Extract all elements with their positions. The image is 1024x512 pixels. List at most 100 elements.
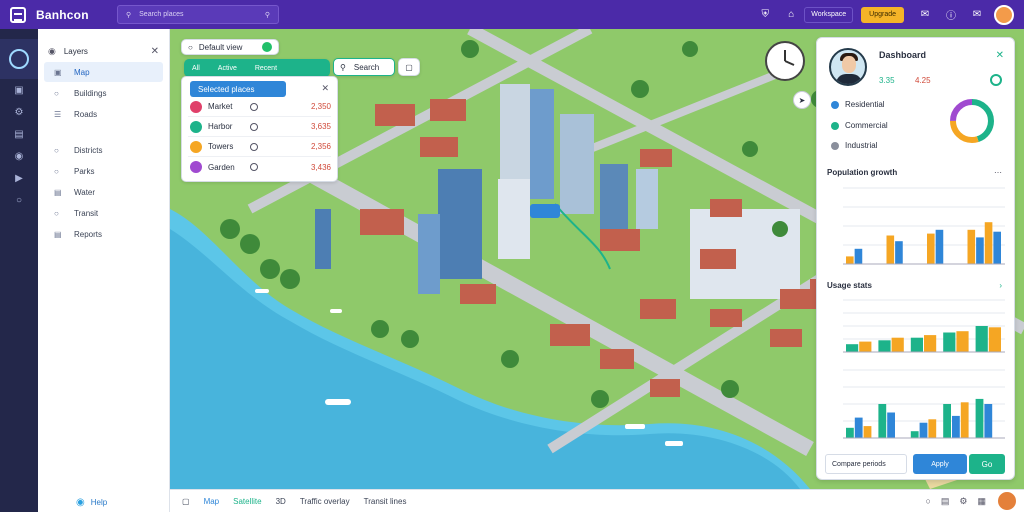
check-icon[interactable] [990, 74, 1002, 86]
layers-icon: ◉ [48, 45, 56, 56]
chart-bar [928, 419, 937, 438]
bottom-tab-transit[interactable]: Transit lines [364, 497, 407, 506]
sidebar-item-reports[interactable]: ▤ Reports [44, 224, 163, 244]
sidebar-item-transit[interactable]: ○ Transit [44, 203, 163, 223]
fullscreen-icon[interactable]: ▢ [182, 497, 190, 506]
upgrade-button[interactable]: Upgrade [861, 6, 904, 23]
pin-icon [250, 163, 258, 171]
rail-camera-icon[interactable]: ◉ [0, 145, 38, 167]
chart-bar [878, 404, 887, 438]
compare-field[interactable]: Compare periods [825, 454, 907, 474]
map-search-input[interactable]: ⚲ Search [333, 58, 395, 76]
layer-toggle[interactable] [262, 42, 272, 52]
sidebar-item-roads[interactable]: ☰ Roads [44, 104, 163, 124]
place-color-dot [190, 161, 202, 173]
legend-item: Commercial [831, 121, 888, 130]
chart-bar [919, 422, 928, 438]
trash-icon[interactable]: ▤ [941, 496, 950, 507]
sidebar-item-buildings[interactable]: ○ Buildings [44, 83, 163, 103]
place-color-dot [190, 140, 202, 153]
chart-bar [935, 229, 944, 264]
sidebar-item-map[interactable]: ▣ Map [44, 62, 163, 82]
rail-bookmark-icon[interactable]: ▣ [0, 79, 38, 101]
sidebar-item-water[interactable]: ▤ Water [44, 182, 163, 202]
chart-bar [943, 404, 951, 438]
chart-bar [895, 241, 903, 264]
bottom-actions: ○ ▤ ⚙ ▦ [925, 490, 1024, 512]
sidebar-item-label: Buildings [74, 88, 107, 98]
bottom-tab-map[interactable]: Map [204, 497, 220, 506]
user-avatar[interactable] [996, 490, 1018, 512]
sidebar-item-label: Transit [74, 208, 99, 218]
rail-route-icon[interactable]: ▶ [0, 167, 38, 189]
list-item[interactable]: Market 2,350 [188, 97, 331, 117]
chart-bar [927, 233, 935, 264]
bell-icon[interactable]: ✉ [918, 8, 932, 22]
top-search-placeholder: Search places [139, 11, 184, 18]
top-search-input[interactable]: ⚲ Search places ⚲ [117, 5, 279, 24]
bottom-tab-satellite[interactable]: Satellite [233, 497, 261, 506]
pin-icon [250, 122, 258, 131]
workspace-chip[interactable]: Workspace [804, 6, 854, 23]
layer-view-chip[interactable]: ○ Default view [181, 39, 279, 55]
places-list-panel: Selected places ✕ Market 2,350 Harbor 3,… [181, 76, 338, 182]
clock-hands [784, 50, 795, 66]
filter-tabs: All Active Recent [184, 59, 330, 77]
legend-swatch [831, 100, 839, 109]
close-icon[interactable]: ✕ [996, 50, 1004, 61]
map-icon: ▣ [54, 67, 62, 77]
rail-chat-icon[interactable]: ○ [0, 189, 38, 211]
bottom-tab-traffic[interactable]: Traffic overlay [300, 497, 350, 506]
sidebar-item-label: Water [74, 187, 96, 197]
chart-bar [976, 237, 984, 264]
close-icon[interactable]: ✕ [321, 83, 329, 94]
bottom-tab-3d[interactable]: 3D [276, 497, 286, 506]
help-icon[interactable]: ⓘ [944, 8, 958, 22]
map-options-button[interactable]: ▢ [398, 58, 420, 76]
place-value: 2,350 [310, 102, 331, 111]
sidebar-item-label: Roads [74, 109, 98, 119]
close-icon[interactable]: ✕ [151, 46, 159, 57]
list-item[interactable]: Harbor 3,635 [188, 117, 331, 137]
list-item[interactable]: Towers 2,356 [188, 137, 331, 157]
report-icon: ▤ [54, 229, 62, 239]
side-panel: ◉ Layers ✕ ▣ Map ○ Buildings ☰ Roads ○ D… [38, 29, 170, 512]
more-icon[interactable]: ⋯ [994, 168, 1002, 177]
filter-tab-all[interactable]: All [192, 65, 200, 72]
chart-bar [975, 398, 984, 438]
chart-bar [910, 337, 923, 352]
app-logo[interactable]: Banhcon [0, 6, 116, 23]
place-color-dot [190, 100, 202, 113]
rail-globe-button[interactable] [0, 39, 38, 79]
compass-icon[interactable]: ➤ [793, 91, 811, 109]
user-avatar[interactable] [994, 4, 1014, 25]
sidebar-item-parks[interactable]: ○ Parks [44, 161, 163, 181]
chart-bar [910, 431, 919, 438]
filter-tab-active[interactable]: Active [218, 65, 237, 72]
search-submit-icon[interactable]: ⚲ [265, 11, 270, 19]
share-icon[interactable]: ○ [925, 496, 930, 506]
layer-chip-label: Default view [198, 42, 243, 52]
donut-chart [950, 99, 994, 143]
side-panel-gap [38, 125, 169, 139]
chart-bar [854, 248, 863, 264]
shield-icon[interactable]: ⛨ [758, 8, 772, 22]
chevron-icon[interactable]: › [999, 281, 1002, 290]
help-link[interactable]: ◉ Help [76, 497, 107, 508]
grid-icon[interactable]: ▦ [977, 496, 986, 507]
go-button[interactable]: Go [969, 454, 1005, 474]
help-drop-icon: ◉ [76, 497, 85, 508]
rail-transit-icon[interactable]: ⚙ [0, 101, 38, 123]
settings-icon[interactable]: ⚙ [959, 496, 967, 507]
filter-tab-recent[interactable]: Recent [255, 65, 277, 72]
mail-icon[interactable]: ✉ [970, 8, 984, 22]
home-icon[interactable]: ⌂ [784, 8, 798, 22]
rail-layers-icon[interactable]: ▤ [0, 123, 38, 145]
chart-bar [975, 326, 988, 352]
chart-bar [846, 344, 859, 352]
selected-places-button[interactable]: Selected places [190, 81, 286, 97]
apply-button[interactable]: Apply [913, 454, 967, 474]
globe-icon [9, 49, 29, 69]
list-item[interactable]: Garden 3,436 [188, 157, 331, 177]
sidebar-item-districts[interactable]: ○ Districts [44, 140, 163, 160]
